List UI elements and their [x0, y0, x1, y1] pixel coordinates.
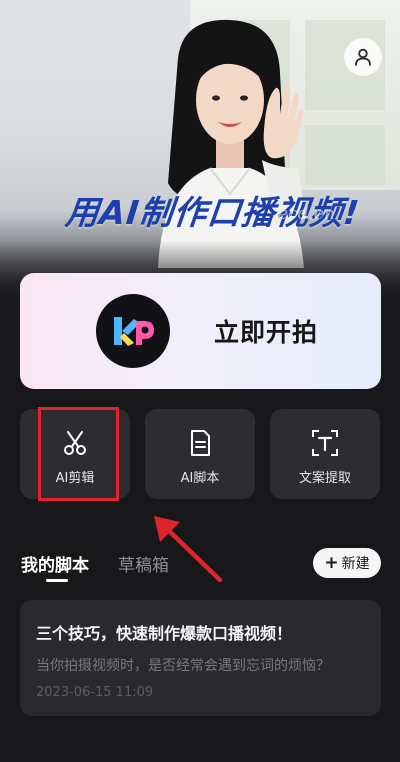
tool-text-extract[interactable]: 文案提取	[270, 409, 380, 499]
text-extract-icon	[312, 430, 338, 456]
new-script-label: 新建	[341, 556, 370, 572]
script-card[interactable]: 三个技巧，快速制作爆款口播视频！ 当你拍摄视频时，是否经常会遇到忘词的烦恼？ 2…	[20, 600, 381, 716]
user-icon	[355, 48, 371, 66]
hero-banner: 用AI制作口播视频! ecd.en	[0, 0, 400, 300]
tool-ai-edit[interactable]: AI剪辑	[20, 409, 130, 499]
plus-icon: +	[324, 552, 339, 573]
profile-button[interactable]	[344, 38, 382, 76]
hero-watermark: ecd.en	[278, 204, 335, 224]
app-logo	[96, 294, 170, 368]
start-shooting-button[interactable]: 立即开拍	[20, 273, 381, 389]
scissors-icon	[64, 431, 86, 455]
document-icon	[191, 430, 210, 456]
tab-my-scripts[interactable]: 我的脚本	[21, 551, 89, 576]
tab-drafts[interactable]: 草稿箱	[118, 551, 169, 576]
script-title: 三个技巧，快速制作爆款口播视频！	[36, 624, 293, 643]
script-excerpt: 当你拍摄视频时，是否经常会遇到忘词的烦恼？	[36, 658, 330, 674]
script-date: 2023-06-15 11:09	[36, 685, 154, 700]
tool-label: AI脚本	[180, 471, 220, 486]
tab-active-indicator	[46, 579, 68, 582]
tool-label: 文案提取	[298, 471, 351, 486]
tool-label: AI剪辑	[55, 471, 95, 486]
app-logo-icon	[114, 317, 154, 346]
tool-ai-script[interactable]: AI脚本	[145, 409, 255, 499]
new-script-button[interactable]: + 新建	[313, 548, 381, 578]
start-shooting-label: 立即开拍	[214, 318, 319, 347]
